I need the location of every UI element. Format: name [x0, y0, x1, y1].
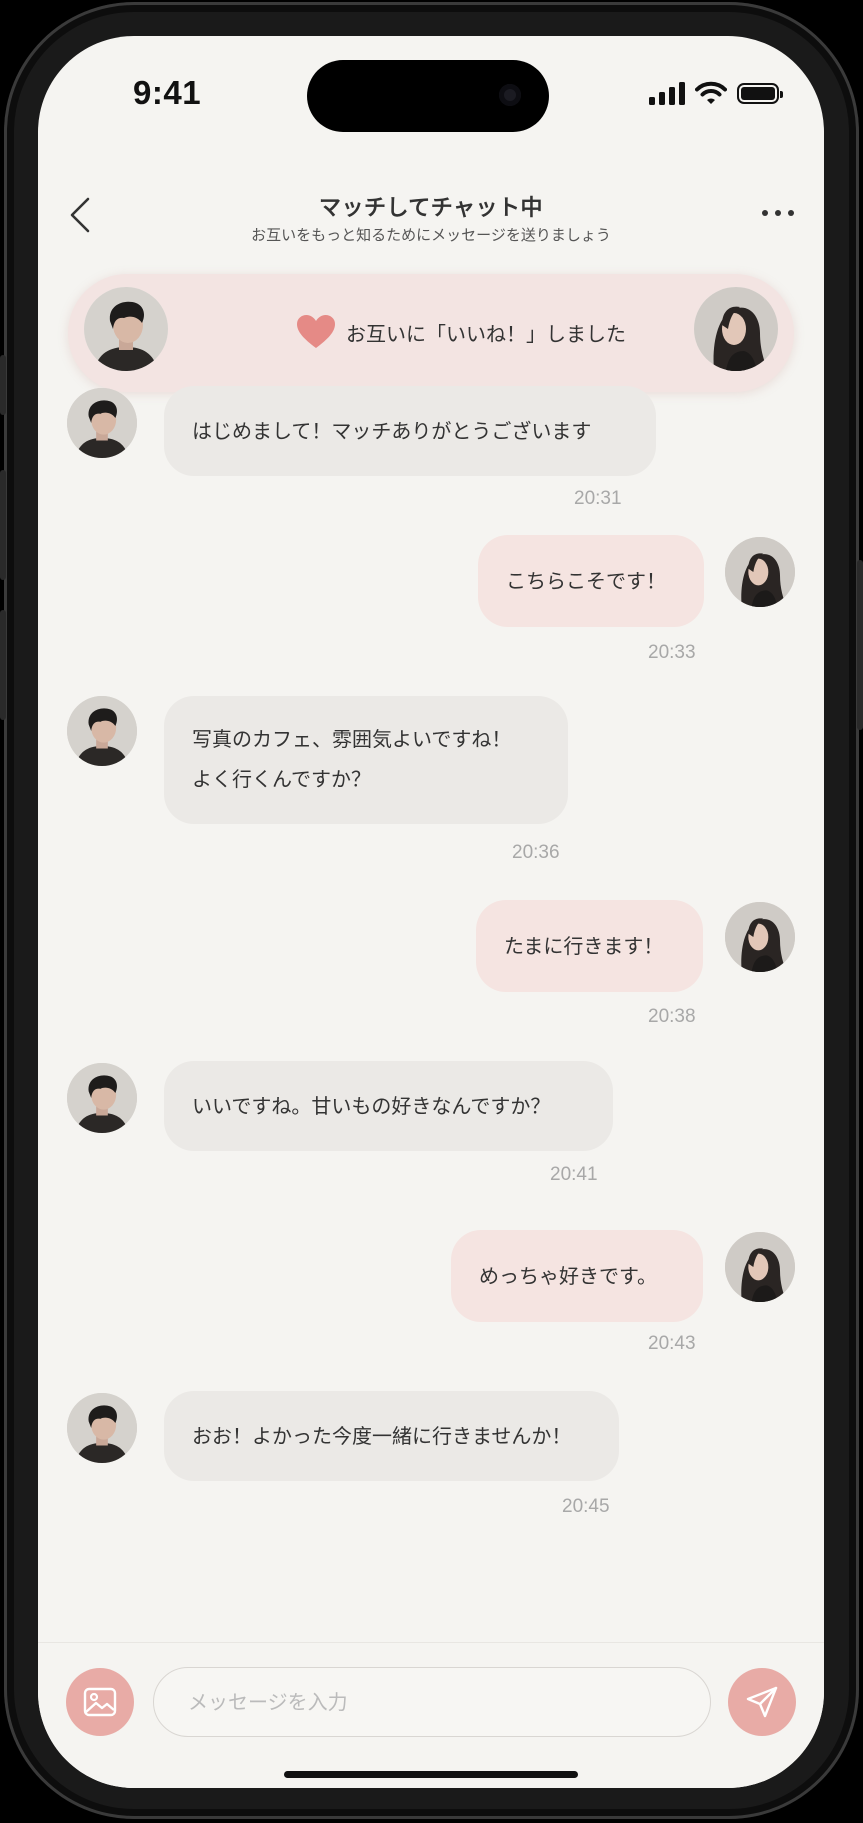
page-subtitle: お互いをもっと知るためにメッセージを送りましょう [251, 226, 611, 244]
send-button[interactable] [728, 1668, 796, 1736]
avatar-male[interactable] [84, 287, 168, 371]
message-timestamp: 20:43 [648, 1333, 696, 1354]
message-timestamp: 20:38 [648, 1006, 696, 1027]
battery-icon [737, 82, 783, 104]
match-message: お互いに「いいね！」しました [296, 314, 626, 350]
send-icon [746, 1686, 778, 1718]
avatar-female[interactable] [725, 902, 795, 972]
message-text: はじめまして！マッチありがとうございます [192, 419, 592, 443]
message-text: こちらこそです！ [506, 569, 666, 593]
message-text: いいですね。甘いもの好きなんですか？ [192, 1094, 551, 1118]
volume-up-button [0, 470, 6, 580]
message-bubble: めっちゃ好きです。 [451, 1230, 703, 1322]
app-screen: 9:41 マッチしてチャット中 お互いをもっと知るためにメッセージを送りましょう [38, 36, 824, 1788]
chat-header: マッチしてチャット中 お互いをもっと知るためにメッセージを送りましょう [38, 176, 824, 256]
attach-image-button[interactable] [66, 1668, 134, 1736]
avatar-female[interactable] [694, 287, 778, 371]
action-button [0, 355, 6, 415]
more-options-button[interactable] [758, 206, 798, 220]
image-icon [83, 1687, 117, 1717]
volume-down-button [0, 610, 6, 720]
cellular-signal-icon [649, 81, 685, 105]
message-text: たまに行きます！ [504, 934, 664, 958]
heart-icon [297, 315, 335, 348]
message-bubble: こちらこそです！ [478, 535, 704, 627]
more-horizontal-icon [762, 210, 768, 216]
message-bubble: はじめまして！マッチありがとうございます [164, 386, 656, 476]
avatar-male[interactable] [67, 696, 137, 766]
message-input-bar [38, 1642, 824, 1788]
message-timestamp: 20:33 [648, 642, 696, 663]
avatar-male[interactable] [67, 1393, 137, 1463]
match-banner: お互いに「いいね！」しました [68, 274, 794, 392]
message-timestamp: 20:36 [512, 842, 560, 863]
avatar-female[interactable] [725, 1232, 795, 1302]
message-text: よく行くんですか？ [192, 767, 371, 791]
match-text: お互いに「いいね！」しました [346, 321, 626, 346]
message-timestamp: 20:41 [550, 1164, 598, 1185]
avatar-male[interactable] [67, 388, 137, 458]
status-icons [649, 78, 783, 108]
wifi-icon [695, 81, 727, 104]
message-bubble: いいですね。甘いもの好きなんですか？ [164, 1061, 613, 1151]
dynamic-island [307, 60, 549, 132]
power-button [857, 560, 863, 730]
message-bubble: 写真のカフェ、雰囲気よいですね！ よく行くんですか？ [164, 696, 568, 824]
message-timestamp: 20:45 [562, 1496, 610, 1517]
camera-icon [499, 84, 521, 106]
status-bar: 9:41 [38, 36, 824, 146]
message-bubble: おお！よかった今度一緒に行きませんか！ [164, 1391, 619, 1481]
avatar-male[interactable] [67, 1063, 137, 1133]
message-text: おお！よかった今度一緒に行きませんか！ [192, 1424, 572, 1448]
status-time: 9:41 [133, 74, 202, 111]
message-text: めっちゃ好きです。 [479, 1264, 657, 1288]
home-indicator [284, 1771, 578, 1778]
page-title: マッチしてチャット中 [318, 196, 544, 221]
message-timestamp: 20:31 [574, 488, 622, 509]
avatar-female[interactable] [725, 537, 795, 607]
message-input[interactable] [153, 1667, 711, 1737]
message-text: 写真のカフェ、雰囲気よいですね！ [192, 727, 512, 751]
message-bubble: たまに行きます！ [476, 900, 703, 992]
